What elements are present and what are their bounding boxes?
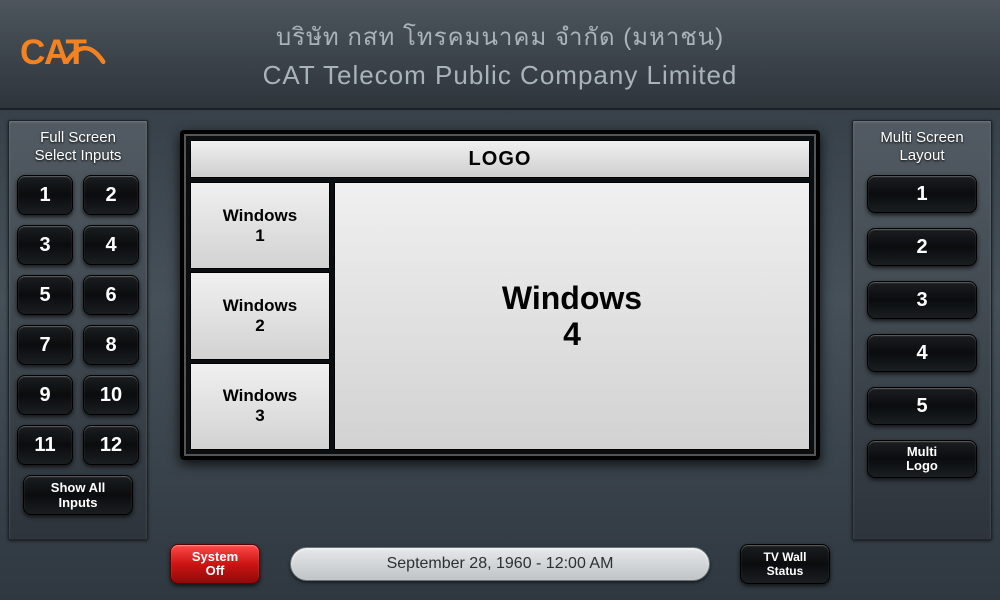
layout-button-3[interactable]: 3 bbox=[867, 281, 977, 319]
input-button-9[interactable]: 9 bbox=[17, 375, 73, 415]
preview-window-4: Windows 4 bbox=[334, 182, 810, 450]
clock-display: September 28, 1960 - 12:00 AM bbox=[290, 547, 710, 581]
input-button-6[interactable]: 6 bbox=[83, 275, 139, 315]
show-all-inputs-button[interactable]: Show All Inputs bbox=[23, 475, 133, 515]
preview-window-2: Windows 2 bbox=[190, 272, 330, 359]
header-titles: บริษัท กสท โทรคมนาคม จำกัด (มหาชน) CAT T… bbox=[150, 17, 850, 91]
layout-button-5[interactable]: 5 bbox=[867, 387, 977, 425]
input-button-3[interactable]: 3 bbox=[17, 225, 73, 265]
preview-left-col: Windows 1 Windows 2 Windows 3 bbox=[190, 182, 330, 450]
input-button-grid: 1 2 3 4 5 6 7 8 9 10 11 12 bbox=[17, 175, 139, 465]
input-button-1[interactable]: 1 bbox=[17, 175, 73, 215]
layout-button-1[interactable]: 1 bbox=[867, 175, 977, 213]
layout-button-2[interactable]: 2 bbox=[867, 228, 977, 266]
cat-logo: CAT bbox=[20, 24, 150, 84]
preview-window-1: Windows 1 bbox=[190, 182, 330, 269]
input-button-8[interactable]: 8 bbox=[83, 325, 139, 365]
cat-logo-icon: CAT bbox=[20, 24, 150, 84]
system-off-button[interactable]: System Off bbox=[170, 544, 260, 584]
multi-logo-button[interactable]: Multi Logo bbox=[867, 440, 977, 478]
layout-button-4[interactable]: 4 bbox=[867, 334, 977, 372]
input-button-2[interactable]: 2 bbox=[83, 175, 139, 215]
header-title-thai: บริษัท กสท โทรคมนาคม จำกัด (มหาชน) bbox=[150, 17, 850, 56]
main-area: Full Screen Select Inputs 1 2 3 4 5 6 7 … bbox=[0, 110, 1000, 540]
preview-window-3: Windows 3 bbox=[190, 363, 330, 450]
right-panel: Multi Screen Layout 1 2 3 4 5 Multi Logo bbox=[852, 120, 992, 540]
input-button-11[interactable]: 11 bbox=[17, 425, 73, 465]
right-panel-title: Multi Screen Layout bbox=[880, 129, 963, 165]
center-area: LOGO Windows 1 Windows 2 Windows 3 Windo… bbox=[158, 120, 842, 540]
input-button-4[interactable]: 4 bbox=[83, 225, 139, 265]
tv-wall-status-button[interactable]: TV Wall Status bbox=[740, 544, 830, 584]
header-title-en: CAT Telecom Public Company Limited bbox=[150, 60, 850, 91]
preview-frame: LOGO Windows 1 Windows 2 Windows 3 Windo… bbox=[180, 130, 820, 460]
left-panel-title: Full Screen Select Inputs bbox=[35, 129, 122, 165]
header-bar: CAT บริษัท กสท โทรคมนาคม จำกัด (มหาชน) C… bbox=[0, 0, 1000, 110]
left-panel: Full Screen Select Inputs 1 2 3 4 5 6 7 … bbox=[8, 120, 148, 540]
footer-bar: System Off September 28, 1960 - 12:00 AM… bbox=[0, 540, 1000, 588]
input-button-10[interactable]: 10 bbox=[83, 375, 139, 415]
input-button-12[interactable]: 12 bbox=[83, 425, 139, 465]
input-button-5[interactable]: 5 bbox=[17, 275, 73, 315]
input-button-7[interactable]: 7 bbox=[17, 325, 73, 365]
layout-button-col: 1 2 3 4 5 Multi Logo bbox=[859, 175, 985, 478]
preview-body: Windows 1 Windows 2 Windows 3 Windows 4 bbox=[190, 182, 810, 450]
preview-inner: LOGO Windows 1 Windows 2 Windows 3 Windo… bbox=[190, 140, 810, 450]
preview-logo-row: LOGO bbox=[190, 140, 810, 178]
